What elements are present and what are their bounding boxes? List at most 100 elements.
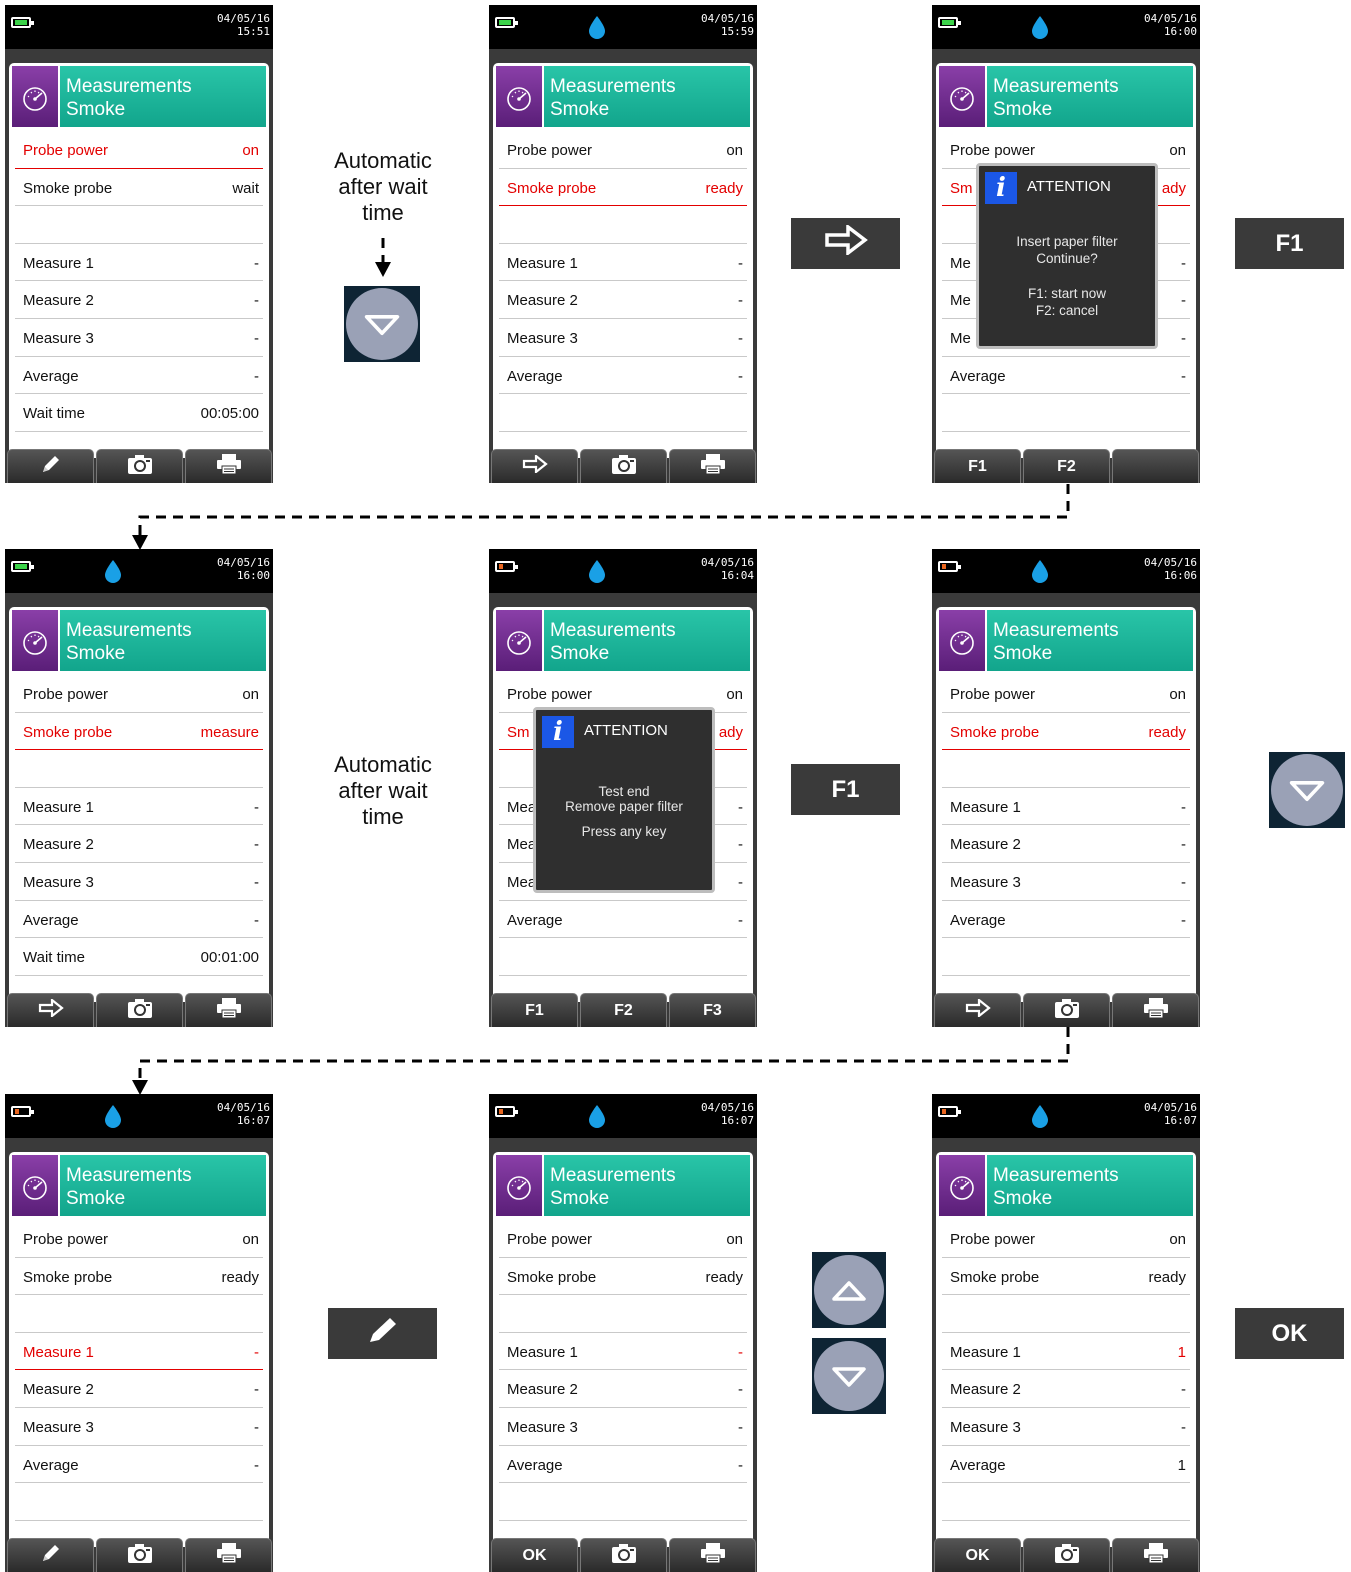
softkey-camera[interactable] <box>1023 993 1110 1027</box>
list-row[interactable]: Average - <box>15 357 263 395</box>
list-row[interactable]: Average 1 <box>942 1446 1190 1484</box>
softkey[interactable]: OK <box>491 1538 578 1572</box>
list-row[interactable] <box>942 938 1190 976</box>
menu-header: Measurements Smoke <box>939 66 1193 127</box>
list-row[interactable] <box>942 1483 1190 1521</box>
softkey-printer[interactable] <box>1112 1538 1199 1572</box>
softkey-arrow[interactable] <box>7 993 94 1027</box>
list-row[interactable]: Probe power on <box>942 1220 1190 1258</box>
softkey-printer[interactable] <box>185 993 272 1027</box>
softkey-camera[interactable] <box>1023 1538 1110 1572</box>
list-row[interactable]: Average - <box>942 357 1190 395</box>
list-row[interactable]: Smoke probe ready <box>942 1258 1190 1296</box>
list-row[interactable]: Probe power on <box>942 675 1190 713</box>
softkey[interactable]: F1 <box>934 449 1021 483</box>
gauge-icon <box>939 1155 985 1216</box>
softkey[interactable]: OK <box>934 1538 1021 1572</box>
list-row[interactable]: Measure 1 - <box>15 788 263 826</box>
list-row[interactable]: Average - <box>499 357 747 395</box>
list-row[interactable]: Average - <box>15 901 263 939</box>
list-row[interactable]: Measure 3 - <box>15 863 263 901</box>
list-row[interactable] <box>15 1483 263 1521</box>
menu-title: Measurements Smoke <box>987 610 1193 671</box>
list-row[interactable]: Measure 2 - <box>942 825 1190 863</box>
list-row[interactable] <box>499 938 747 976</box>
list-row[interactable] <box>942 750 1190 788</box>
list-row[interactable] <box>15 750 263 788</box>
list-row[interactable]: Measure 2 - <box>499 281 747 319</box>
softkey[interactable]: F1 <box>491 993 578 1027</box>
list-row[interactable]: Average - <box>15 1446 263 1484</box>
list-row[interactable]: Probe power on <box>499 131 747 169</box>
row-label: Smoke probe <box>23 179 113 197</box>
list-row[interactable]: Measure 1 - <box>942 788 1190 826</box>
list-row[interactable]: Measure 2 - <box>15 281 263 319</box>
list-row[interactable]: Measure 3 - <box>15 1408 263 1446</box>
list-row[interactable]: Measure 1 - <box>499 1333 747 1371</box>
list-row[interactable]: Smoke probe measure <box>15 713 263 751</box>
status-date: 04/05/16 <box>701 12 754 25</box>
list-row[interactable]: Average - <box>499 901 747 939</box>
printer-icon <box>700 453 726 480</box>
list-row[interactable]: Measure 2 - <box>15 1370 263 1408</box>
softkey-printer[interactable] <box>669 1538 756 1572</box>
list-row[interactable] <box>942 394 1190 432</box>
list-row[interactable]: Wait time 00:05:00 <box>15 394 263 432</box>
softkey-camera[interactable] <box>580 449 667 483</box>
list-row[interactable]: Probe power on <box>499 1220 747 1258</box>
softkey[interactable] <box>1112 449 1199 483</box>
list-row[interactable] <box>499 394 747 432</box>
arrow-icon <box>522 453 548 478</box>
list-row[interactable]: Probe power on <box>15 675 263 713</box>
list-row[interactable]: Wait time 00:01:00 <box>15 938 263 976</box>
softkey-camera[interactable] <box>96 993 183 1027</box>
list-row[interactable]: Measure 1 - <box>15 1333 263 1371</box>
menu-title: Measurements Smoke <box>544 1155 750 1216</box>
list-row[interactable] <box>499 1483 747 1521</box>
menu-title-line1: Measurements <box>550 1165 676 1186</box>
list-row[interactable]: Measure 3 - <box>499 319 747 357</box>
list-row[interactable]: Measure 2 - <box>15 825 263 863</box>
list-row[interactable]: Smoke probe ready <box>499 1258 747 1296</box>
list-row[interactable]: Measure 3 - <box>15 319 263 357</box>
list-row[interactable] <box>499 1295 747 1333</box>
list-row[interactable] <box>499 206 747 244</box>
list-row[interactable]: Measure 1 - <box>15 244 263 282</box>
list-row[interactable] <box>942 1295 1190 1333</box>
softkey-printer[interactable] <box>185 449 272 483</box>
softkey-camera[interactable] <box>96 449 183 483</box>
list-row[interactable]: Measure 3 - <box>499 1408 747 1446</box>
list-row[interactable]: Average - <box>942 901 1190 939</box>
list-row[interactable]: Measure 2 - <box>499 1370 747 1408</box>
softkey-printer[interactable] <box>669 449 756 483</box>
row-label: Smoke probe <box>23 723 113 741</box>
list-row[interactable] <box>15 206 263 244</box>
softkey[interactable]: F3 <box>669 993 756 1027</box>
softkey-camera[interactable] <box>96 1538 183 1572</box>
softkey-pencil[interactable] <box>7 1538 94 1572</box>
list-row[interactable]: Smoke probe wait <box>15 169 263 207</box>
row-label: Average <box>950 911 1006 929</box>
list-row[interactable]: Measure 3 - <box>942 1408 1190 1446</box>
list-row[interactable] <box>15 1295 263 1333</box>
softkey-arrow[interactable] <box>491 449 578 483</box>
list-row[interactable]: Measure 2 - <box>942 1370 1190 1408</box>
softkey-printer[interactable] <box>185 1538 272 1572</box>
list-row[interactable]: Average - <box>499 1446 747 1484</box>
softkey-camera[interactable] <box>580 1538 667 1572</box>
list-row[interactable]: Probe power on <box>15 1220 263 1258</box>
softkey[interactable]: F2 <box>580 993 667 1027</box>
softkey-arrow[interactable] <box>934 993 1021 1027</box>
softkey[interactable]: F2 <box>1023 449 1110 483</box>
list-row[interactable]: Probe power on <box>15 131 263 169</box>
list-row[interactable]: Smoke probe ready <box>15 1258 263 1296</box>
menu-title-line2: Smoke <box>550 1188 610 1209</box>
softkey-printer[interactable] <box>1112 993 1199 1027</box>
softkey-pencil[interactable] <box>7 449 94 483</box>
list-row[interactable]: Measure 1 - <box>499 244 747 282</box>
list-row[interactable]: Measure 3 - <box>942 863 1190 901</box>
list-row[interactable]: Smoke probe ready <box>499 169 747 207</box>
list-row[interactable]: Smoke probe ready <box>942 713 1190 751</box>
list-row[interactable]: Measure 1 1 <box>942 1333 1190 1371</box>
status-time: 16:07 <box>720 1114 754 1127</box>
